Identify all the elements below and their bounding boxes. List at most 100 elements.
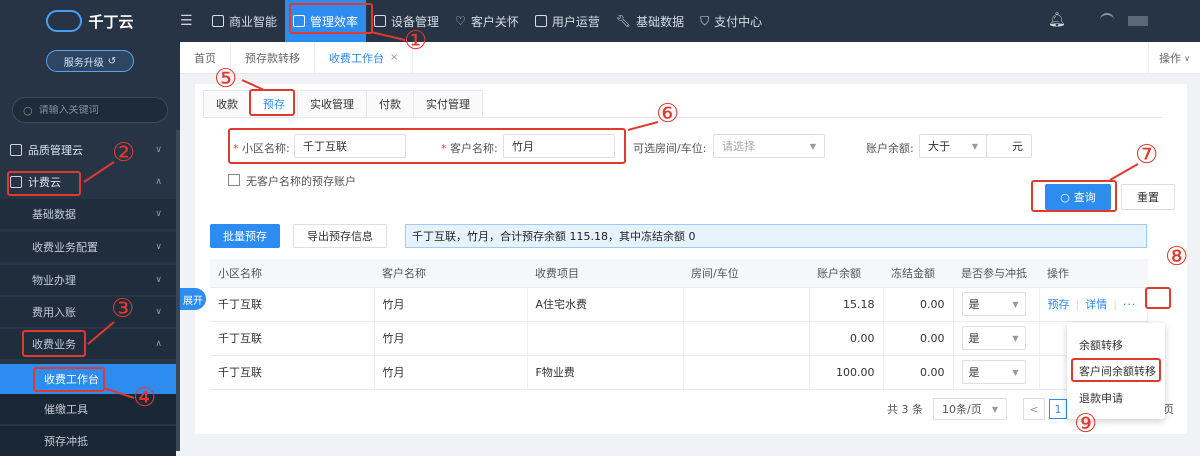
- nav-tab-user-ops[interactable]: 用户运营: [527, 0, 608, 42]
- nav-tab-mgmt[interactable]: 管理效率: [285, 0, 367, 42]
- room-select[interactable]: 请选择 ▼: [713, 134, 825, 158]
- sidebar-item-label: 基础数据: [32, 208, 76, 221]
- caret-down-icon: ▼: [1012, 333, 1019, 343]
- page-tab-label: 收费工作台: [329, 51, 384, 65]
- annotation-arrow-3: [87, 321, 115, 345]
- nav-tab-bi[interactable]: 商业智能: [204, 0, 285, 42]
- tab-pay[interactable]: 付款: [366, 90, 414, 117]
- nav-tab-label: 管理效率: [310, 14, 359, 29]
- table-row: 千丁互联 竹月 A住宅水费 15.18 0.00 是 ▼ 预存 | 详情 | ···: [210, 287, 1148, 322]
- trend-icon: [293, 15, 306, 27]
- cell-balance: 0.00: [809, 321, 884, 356]
- sidebar-item-property[interactable]: 物业办理 ∨: [0, 265, 176, 295]
- community-field[interactable]: [294, 134, 406, 158]
- menu-item-balance-transfer[interactable]: 余额转移: [1067, 332, 1165, 358]
- room-placeholder: 请选择: [722, 140, 755, 153]
- summary-text: 千丁互联，竹月，合计预存余额 115.18，其中冻结余额 0: [412, 230, 696, 243]
- tab-ops-button[interactable]: 操作 ∨: [1148, 42, 1200, 74]
- total-count: 共 3 条: [887, 403, 923, 416]
- sidebar-item-basic-data[interactable]: 基础数据 ∨: [0, 199, 176, 229]
- offset-select[interactable]: 是 ▼: [961, 360, 1026, 384]
- offset-value: 是: [968, 332, 980, 345]
- more-menu: 余额转移 客户间余额转移 退款申请: [1067, 323, 1165, 419]
- cell-item: F物业费: [527, 355, 684, 390]
- menu-item-customer-transfer[interactable]: 客户间余额转移: [1067, 358, 1165, 384]
- tab-received[interactable]: 实收管理: [297, 90, 367, 117]
- cell-frozen: 0.00: [883, 321, 954, 356]
- page-number[interactable]: 1: [1049, 399, 1067, 419]
- export-button[interactable]: 导出预存信息: [293, 224, 387, 248]
- cell-balance: 100.00: [809, 355, 884, 390]
- close-icon[interactable]: ×: [390, 52, 398, 63]
- balance-op-select[interactable]: 大于 ▼: [919, 134, 987, 158]
- nav-tab-care[interactable]: ♡ 客户关怀: [447, 0, 527, 42]
- caret-down-icon: ▼: [991, 404, 998, 414]
- prepay-table: 小区名称 客户名称 收费项目 房间/车位 账户余额 冻结金额 是否参与冲抵 操作…: [210, 259, 1148, 390]
- bell-icon[interactable]: 🔔︎: [1048, 12, 1066, 28]
- sidebar-item-label: 收费业务: [32, 338, 76, 351]
- batch-prepay-button[interactable]: 批量预存: [210, 224, 280, 248]
- caret-down-icon: ▼: [1012, 299, 1019, 309]
- menu-item-refund[interactable]: 退款申请: [1067, 385, 1165, 411]
- tab-label: 实收管理: [310, 98, 354, 111]
- user-menu[interactable]: [1100, 13, 1160, 29]
- offset-select[interactable]: 是 ▼: [961, 292, 1026, 316]
- nav-tab-pay[interactable]: ⛉ 支付中心: [692, 0, 770, 42]
- shield-icon: ⛉: [700, 13, 710, 28]
- home-icon: [10, 176, 22, 188]
- tab-label: 付款: [379, 98, 401, 111]
- sidebar-item-prepay-offset[interactable]: 预存冲抵: [0, 426, 176, 456]
- offset-select[interactable]: 是 ▼: [961, 326, 1026, 350]
- menu-icon[interactable]: ☰: [180, 13, 194, 29]
- sidebar-item-label: 物业办理: [32, 274, 76, 287]
- chevron-down-icon: ∨: [1184, 53, 1190, 63]
- nav-tab-basic[interactable]: 🔧︎ 基础数据: [608, 0, 692, 42]
- cell-frozen: 0.00: [883, 355, 954, 390]
- col-offset: 是否参与冲抵: [953, 259, 1039, 288]
- more-button[interactable]: ···: [1123, 298, 1137, 311]
- col-community: 小区名称: [210, 259, 374, 288]
- table-row: 千丁互联 竹月 0.00 0.00 是 ▼: [210, 321, 1148, 356]
- prev-page-button[interactable]: <: [1023, 398, 1045, 420]
- page-tab-workbench[interactable]: 收费工作台 ×: [315, 42, 414, 73]
- prepay-link[interactable]: 预存: [1048, 298, 1070, 311]
- tab-collect[interactable]: 收款: [203, 90, 251, 117]
- reset-button[interactable]: 重置: [1121, 184, 1175, 210]
- logo: 千丁云: [0, 0, 180, 42]
- sub-tabs: 收款 预存 实收管理 付款 实付管理: [203, 90, 1163, 118]
- app-name: 千丁云: [88, 12, 134, 31]
- no-customer-checkbox[interactable]: [228, 174, 240, 186]
- sidebar-search-input[interactable]: [38, 104, 159, 116]
- sidebar-search[interactable]: ○: [12, 97, 168, 123]
- tab-paid[interactable]: 实付管理: [413, 90, 483, 117]
- balance-label: 账户余额:: [866, 142, 914, 155]
- cell-offset: 是 ▼: [953, 355, 1040, 390]
- col-customer: 客户名称: [374, 259, 527, 288]
- top-nav: ☰ 商业智能 管理效率 设备管理 ♡ 客户关怀 用户运营 🔧︎ 基础数据 ⛉ 支…: [180, 0, 1200, 42]
- balance-amount-field[interactable]: 元: [986, 134, 1032, 158]
- expand-sidebar-button[interactable]: 展开: [180, 288, 206, 310]
- nav-tab-label: 用户运营: [551, 14, 600, 29]
- cell-room: [683, 287, 810, 322]
- sidebar-item-label: 计费云: [28, 176, 61, 189]
- annotation-arrow-2: [83, 161, 115, 183]
- tab-label: 预存: [263, 97, 285, 111]
- page-size-select[interactable]: 10条/页 ▼: [933, 398, 1007, 420]
- community-label-text: 小区名称:: [242, 142, 290, 155]
- sidebar-item-fee-config[interactable]: 收费业务配置 ∨: [0, 232, 176, 262]
- tab-prepay[interactable]: 预存: [250, 90, 298, 117]
- sidebar-item-label: 催缴工具: [44, 403, 88, 416]
- annotation-arrow-4: [103, 387, 135, 399]
- offset-value: 是: [968, 366, 980, 379]
- nav-tab-label: 支付中心: [714, 14, 763, 29]
- col-item: 收费项目: [527, 259, 683, 288]
- query-button[interactable]: ○ 查询: [1045, 184, 1111, 210]
- tab-ops-label: 操作: [1159, 52, 1182, 65]
- cell-balance: 15.18: [809, 287, 884, 322]
- annotation-9: ⑨: [1074, 409, 1098, 439]
- upgrade-button[interactable]: 服务升级 ↺: [46, 50, 134, 72]
- page-tab-prepay-transfer[interactable]: 预存款转移: [231, 42, 315, 73]
- customer-field[interactable]: [503, 134, 615, 158]
- annotation-5: ⑤: [214, 64, 238, 94]
- detail-link[interactable]: 详情: [1085, 298, 1107, 311]
